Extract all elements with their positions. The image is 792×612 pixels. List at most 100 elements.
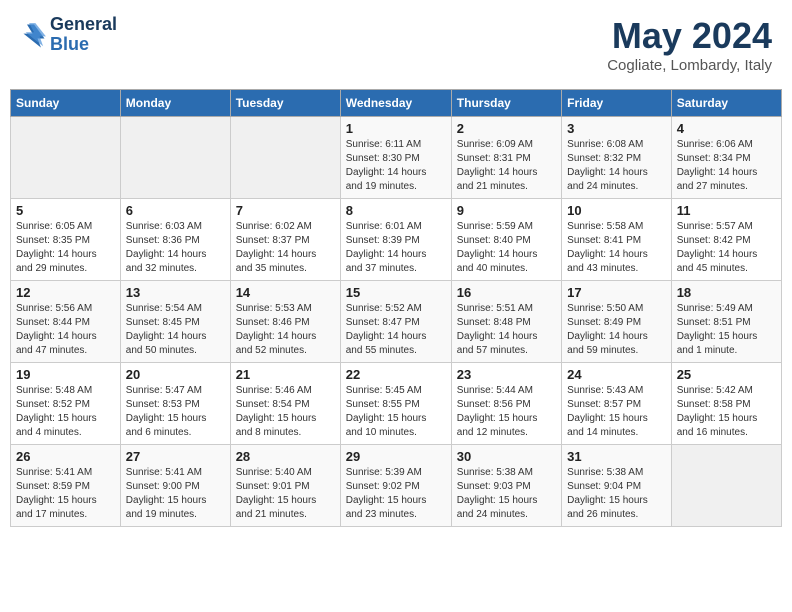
calendar-cell: 18 Sunrise: 5:49 AM Sunset: 8:51 PM Dayli… <box>671 281 781 363</box>
day-info: Sunrise: 6:03 AM Sunset: 8:36 PM Dayligh… <box>126 220 225 276</box>
day-number: 20 <box>126 367 225 382</box>
weekday-header-saturday: Saturday <box>671 90 781 117</box>
day-info: Sunrise: 6:05 AM Sunset: 8:35 PM Dayligh… <box>16 220 115 276</box>
calendar-cell <box>671 445 781 527</box>
weekday-header-tuesday: Tuesday <box>230 90 340 117</box>
calendar-cell: 25 Sunrise: 5:42 AM Sunset: 8:58 PM Dayli… <box>671 363 781 445</box>
day-info: Sunrise: 6:06 AM Sunset: 8:34 PM Dayligh… <box>677 138 776 194</box>
day-info: Sunrise: 5:40 AM Sunset: 9:01 PM Dayligh… <box>236 466 335 522</box>
day-info: Sunrise: 5:41 AM Sunset: 8:59 PM Dayligh… <box>16 466 115 522</box>
day-number: 31 <box>567 449 666 464</box>
calendar-cell: 27Sunrise: 5:41 AM Sunset: 9:00 PM Dayli… <box>120 445 230 527</box>
day-info: Sunrise: 6:11 AM Sunset: 8:30 PM Dayligh… <box>346 138 446 194</box>
calendar-cell: 2 Sunrise: 6:09 AM Sunset: 8:31 PM Daylig… <box>451 117 561 199</box>
day-info: Sunrise: 6:02 AM Sunset: 8:37 PM Dayligh… <box>236 220 335 276</box>
day-number: 29 <box>346 449 446 464</box>
calendar-cell: 29Sunrise: 5:39 AM Sunset: 9:02 PM Dayli… <box>340 445 451 527</box>
weekday-header-friday: Friday <box>562 90 672 117</box>
day-number: 6 <box>126 203 225 218</box>
logo: General Blue <box>20 15 117 55</box>
day-info: Sunrise: 5:38 AM Sunset: 9:04 PM Dayligh… <box>567 466 666 522</box>
weekday-header-thursday: Thursday <box>451 90 561 117</box>
day-info: Sunrise: 5:59 AM Sunset: 8:40 PM Dayligh… <box>457 220 556 276</box>
calendar-cell: 24Sunrise: 5:43 AM Sunset: 8:57 PM Dayli… <box>562 363 672 445</box>
calendar-cell: 15 Sunrise: 5:52 AM Sunset: 8:47 PM Dayli… <box>340 281 451 363</box>
day-info: Sunrise: 5:51 AM Sunset: 8:48 PM Dayligh… <box>457 302 556 358</box>
day-number: 26 <box>16 449 115 464</box>
day-number: 7 <box>236 203 335 218</box>
calendar-cell: 8 Sunrise: 6:01 AM Sunset: 8:39 PM Daylig… <box>340 199 451 281</box>
day-number: 8 <box>346 203 446 218</box>
calendar-cell <box>230 117 340 199</box>
day-number: 12 <box>16 285 115 300</box>
day-number: 15 <box>346 285 446 300</box>
day-number: 4 <box>677 121 776 136</box>
weekday-header-sunday: Sunday <box>11 90 121 117</box>
day-number: 5 <box>16 203 115 218</box>
day-number: 17 <box>567 285 666 300</box>
day-number: 27 <box>126 449 225 464</box>
calendar-cell: 19 Sunrise: 5:48 AM Sunset: 8:52 PM Dayli… <box>11 363 121 445</box>
day-number: 21 <box>236 367 335 382</box>
day-info: Sunrise: 5:42 AM Sunset: 8:58 PM Dayligh… <box>677 384 776 440</box>
day-info: Sunrise: 5:50 AM Sunset: 8:49 PM Dayligh… <box>567 302 666 358</box>
day-number: 23 <box>457 367 556 382</box>
day-info: Sunrise: 5:52 AM Sunset: 8:47 PM Dayligh… <box>346 302 446 358</box>
calendar-cell: 23Sunrise: 5:44 AM Sunset: 8:56 PM Dayli… <box>451 363 561 445</box>
logo-icon <box>20 21 48 49</box>
day-info: Sunrise: 5:54 AM Sunset: 8:45 PM Dayligh… <box>126 302 225 358</box>
day-number: 14 <box>236 285 335 300</box>
calendar-cell: 16 Sunrise: 5:51 AM Sunset: 8:48 PM Dayli… <box>451 281 561 363</box>
day-info: Sunrise: 5:53 AM Sunset: 8:46 PM Dayligh… <box>236 302 335 358</box>
day-info: Sunrise: 5:49 AM Sunset: 8:51 PM Dayligh… <box>677 302 776 358</box>
day-info: Sunrise: 5:45 AM Sunset: 8:55 PM Dayligh… <box>346 384 446 440</box>
day-number: 18 <box>677 285 776 300</box>
calendar-cell <box>11 117 121 199</box>
day-info: Sunrise: 6:09 AM Sunset: 8:31 PM Dayligh… <box>457 138 556 194</box>
day-info: Sunrise: 6:01 AM Sunset: 8:39 PM Dayligh… <box>346 220 446 276</box>
day-number: 22 <box>346 367 446 382</box>
calendar-cell: 11Sunrise: 5:57 AM Sunset: 8:42 PM Dayli… <box>671 199 781 281</box>
day-number: 16 <box>457 285 556 300</box>
calendar-cell: 3Sunrise: 6:08 AM Sunset: 8:32 PM Daylig… <box>562 117 672 199</box>
month-title: May 2024 <box>607 15 772 57</box>
calendar-body: 1Sunrise: 6:11 AM Sunset: 8:30 PM Daylig… <box>11 117 782 527</box>
weekday-header-wednesday: Wednesday <box>340 90 451 117</box>
calendar-week-4: 19 Sunrise: 5:48 AM Sunset: 8:52 PM Dayli… <box>11 363 782 445</box>
page-header: General Blue May 2024 Cogliate, Lombardy… <box>10 10 782 79</box>
day-number: 3 <box>567 121 666 136</box>
day-number: 28 <box>236 449 335 464</box>
day-number: 10 <box>567 203 666 218</box>
calendar-cell <box>120 117 230 199</box>
title-block: May 2024 Cogliate, Lombardy, Italy <box>607 15 772 74</box>
calendar-cell: 12 Sunrise: 5:56 AM Sunset: 8:44 PM Dayli… <box>11 281 121 363</box>
calendar-week-5: 26 Sunrise: 5:41 AM Sunset: 8:59 PM Dayli… <box>11 445 782 527</box>
day-number: 13 <box>126 285 225 300</box>
calendar-cell: 14 Sunrise: 5:53 AM Sunset: 8:46 PM Dayli… <box>230 281 340 363</box>
day-number: 25 <box>677 367 776 382</box>
day-info: Sunrise: 5:38 AM Sunset: 9:03 PM Dayligh… <box>457 466 556 522</box>
day-number: 19 <box>16 367 115 382</box>
day-info: Sunrise: 5:48 AM Sunset: 8:52 PM Dayligh… <box>16 384 115 440</box>
day-info: Sunrise: 5:58 AM Sunset: 8:41 PM Dayligh… <box>567 220 666 276</box>
calendar-week-2: 5 Sunrise: 6:05 AM Sunset: 8:35 PM Daylig… <box>11 199 782 281</box>
calendar-cell: 13 Sunrise: 5:54 AM Sunset: 8:45 PM Dayli… <box>120 281 230 363</box>
day-info: Sunrise: 5:56 AM Sunset: 8:44 PM Dayligh… <box>16 302 115 358</box>
calendar-cell: 22 Sunrise: 5:45 AM Sunset: 8:55 PM Dayli… <box>340 363 451 445</box>
calendar-cell: 6 Sunrise: 6:03 AM Sunset: 8:36 PM Daylig… <box>120 199 230 281</box>
calendar-cell: 28 Sunrise: 5:40 AM Sunset: 9:01 PM Dayli… <box>230 445 340 527</box>
calendar-cell: 21 Sunrise: 5:46 AM Sunset: 8:54 PM Dayli… <box>230 363 340 445</box>
weekday-header-monday: Monday <box>120 90 230 117</box>
calendar-week-1: 1Sunrise: 6:11 AM Sunset: 8:30 PM Daylig… <box>11 117 782 199</box>
calendar-cell: 4 Sunrise: 6:06 AM Sunset: 8:34 PM Daylig… <box>671 117 781 199</box>
calendar-cell: 31 Sunrise: 5:38 AM Sunset: 9:04 PM Dayli… <box>562 445 672 527</box>
calendar-cell: 20 Sunrise: 5:47 AM Sunset: 8:53 PM Dayli… <box>120 363 230 445</box>
calendar-week-3: 12 Sunrise: 5:56 AM Sunset: 8:44 PM Dayli… <box>11 281 782 363</box>
day-info: Sunrise: 5:47 AM Sunset: 8:53 PM Dayligh… <box>126 384 225 440</box>
calendar-header-row: SundayMondayTuesdayWednesdayThursdayFrid… <box>11 90 782 117</box>
day-number: 2 <box>457 121 556 136</box>
calendar-table: SundayMondayTuesdayWednesdayThursdayFrid… <box>10 89 782 527</box>
calendar-cell: 9Sunrise: 5:59 AM Sunset: 8:40 PM Daylig… <box>451 199 561 281</box>
day-info: Sunrise: 5:46 AM Sunset: 8:54 PM Dayligh… <box>236 384 335 440</box>
calendar-cell: 5 Sunrise: 6:05 AM Sunset: 8:35 PM Daylig… <box>11 199 121 281</box>
